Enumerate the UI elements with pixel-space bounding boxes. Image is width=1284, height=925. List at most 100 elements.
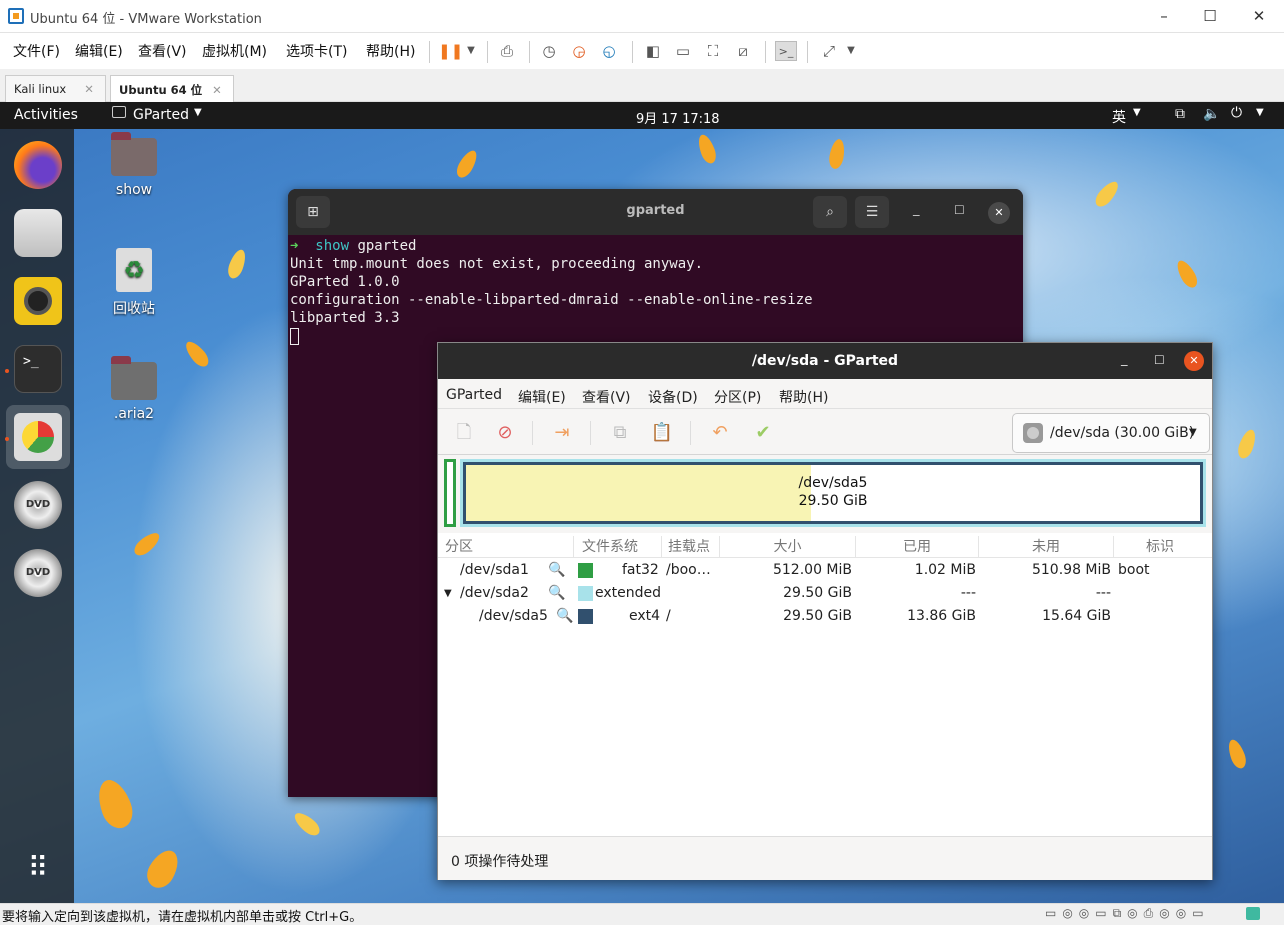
volume-icon[interactable]: 🔈 [1203, 106, 1220, 122]
maximize-button[interactable]: ☐ [954, 203, 965, 217]
menu-edit[interactable]: 编辑(E) [75, 41, 123, 61]
close-button[interactable]: ✕ [988, 202, 1010, 224]
network-icon[interactable]: ⧉ [1175, 106, 1185, 122]
col-mountpoint[interactable]: 挂载点 [662, 536, 720, 558]
maximize-button[interactable]: ☐ [1187, 4, 1233, 28]
tab-ubuntu[interactable]: Ubuntu 64 位 ✕ [110, 75, 234, 102]
stretch-dropdown-icon[interactable]: ▼ [840, 41, 862, 61]
app-menu[interactable]: GParted [133, 107, 189, 123]
show-apps-icon[interactable]: ⠿ [22, 852, 54, 884]
fullscreen-icon[interactable]: ⛶ [702, 41, 724, 61]
pause-icon[interactable]: ❚❚ [438, 41, 463, 61]
table-row[interactable]: /dev/sda5 🔍 ext4 / 29.50 GiB 13.86 GiB 1… [438, 605, 1212, 628]
gparted-menubar: GParted 编辑(E) 查看(V) 设备(D) 分区(P) 帮助(H) [438, 379, 1212, 409]
device-status-icons[interactable]: ▭◎◎▭⧉◎⎙◎◎▭ [1045, 906, 1210, 921]
files-icon[interactable] [14, 209, 62, 257]
minimize-button[interactable]: _ [913, 202, 920, 217]
send-keys-icon[interactable]: ⎙ [496, 41, 518, 61]
col-unused[interactable]: 未用 [979, 536, 1114, 558]
message-icon[interactable] [1246, 907, 1260, 920]
menu-view[interactable]: 查看(V) [138, 41, 187, 61]
menu-icon[interactable]: ☰ [855, 196, 889, 228]
revert-snapshot-icon[interactable]: ◶ [568, 41, 590, 61]
resize-move-icon[interactable]: ⇥ [550, 421, 574, 445]
menu-partition[interactable]: 分区(P) [714, 387, 761, 407]
desktop-icon-trash[interactable]: ♻ 回收站 [99, 248, 169, 318]
graph-sda5[interactable]: /dev/sda5 29.50 GiB [463, 462, 1203, 524]
desktop-icon-aria2[interactable]: .aria2 [99, 356, 169, 422]
desktop-icon-label: 回收站 [113, 301, 155, 317]
gparted-icon[interactable] [14, 413, 62, 461]
menu-tabs[interactable]: 选项卡(T) [286, 41, 347, 61]
menu-gparted[interactable]: GParted [446, 387, 502, 403]
copy-icon[interactable]: ⧉ [608, 421, 632, 445]
firefox-icon[interactable] [14, 141, 62, 189]
terminal-header: ⊞ gparted ⌕ ☰ _ ☐ ✕ [288, 189, 1023, 235]
close-button[interactable]: ✕ [1184, 351, 1204, 371]
dvd-icon[interactable]: DVD [14, 549, 62, 597]
menu-help[interactable]: 帮助(H) [366, 41, 415, 61]
col-partition[interactable]: 分区 [438, 536, 574, 558]
rhythmbox-icon[interactable] [14, 277, 62, 325]
minimize-button[interactable]: – [1141, 4, 1187, 28]
key-icon: 🔍 [548, 562, 566, 578]
new-partition-icon[interactable]: 🗋 [452, 421, 476, 445]
power-icon[interactable]: ⏻ [1231, 105, 1242, 121]
menu-device[interactable]: 设备(D) [648, 387, 698, 407]
stretch-icon[interactable]: ⤢ [818, 41, 840, 61]
activities-button[interactable]: Activities [14, 107, 78, 123]
desktop-icon-label: show [115, 182, 153, 198]
table-row[interactable]: /dev/sda1 🔍 fat32 /boo… 512.00 MiB 1.02 … [438, 559, 1212, 582]
graph-sda1[interactable] [444, 459, 456, 527]
toolbar-separator [690, 421, 691, 445]
terminal-icon[interactable]: >_ [14, 345, 62, 393]
col-size[interactable]: 大小 [720, 536, 856, 558]
menu-vm[interactable]: 虚拟机(M) [202, 41, 267, 61]
close-button[interactable]: ✕ [1236, 4, 1282, 28]
console-view-icon[interactable]: >_ [775, 41, 797, 61]
graph-sda2-extended[interactable]: /dev/sda5 29.50 GiB [460, 459, 1206, 527]
menu-view[interactable]: 查看(V) [582, 387, 631, 407]
expander-icon[interactable]: ▼ [444, 588, 452, 599]
paste-icon[interactable]: 📋 [650, 421, 674, 445]
pause-dropdown-icon[interactable]: ▼ [460, 41, 482, 61]
vmware-title-bar: Ubuntu 64 位 - VMware Workstation – ☐ ✕ [0, 0, 1284, 33]
undo-icon[interactable]: ↶ [708, 421, 732, 445]
unused: 15.64 GiB [1042, 608, 1111, 624]
col-filesystem[interactable]: 文件系统 [574, 536, 662, 558]
snapshot-manager-icon[interactable]: ◵ [598, 41, 620, 61]
tab-kali[interactable]: Kali linux ✕ [5, 75, 106, 102]
gparted-window[interactable]: /dev/sda - GParted _ ☐ ✕ GParted 编辑(E) 查… [437, 342, 1213, 880]
minimize-button[interactable]: _ [1121, 352, 1128, 367]
unused: --- [1095, 585, 1111, 601]
unity-icon[interactable]: ⧄ [732, 41, 754, 61]
partition-table-header: 分区 文件系统 挂载点 大小 已用 未用 标识 [438, 536, 1212, 558]
table-row[interactable]: ▼ /dev/sda2 🔍 extended 29.50 GiB --- --- [438, 582, 1212, 605]
terminal-output-line: GParted 1.0.0 [290, 274, 400, 290]
dvd-icon[interactable]: DVD [14, 481, 62, 529]
snapshot-icon[interactable]: ◷ [538, 41, 560, 61]
menu-edit[interactable]: 编辑(E) [518, 387, 566, 407]
clock[interactable]: 9月 17 17:18 [636, 108, 720, 127]
col-flags[interactable]: 标识 [1114, 536, 1212, 558]
apply-icon[interactable]: ✔ [751, 421, 775, 445]
search-icon[interactable]: ⌕ [813, 196, 847, 228]
close-tab-icon[interactable]: ✕ [84, 82, 94, 96]
desktop-icon-show[interactable]: show [99, 132, 169, 198]
delete-icon[interactable]: ⊘ [493, 421, 517, 445]
input-method[interactable]: 英 [1112, 107, 1126, 127]
device-selector[interactable]: /dev/sda (30.00 GiB) ▼ [1012, 413, 1210, 453]
toolbar-separator [487, 41, 488, 63]
maximize-button[interactable]: ☐ [1154, 353, 1165, 367]
close-tab-icon[interactable]: ✕ [212, 83, 222, 97]
terminal-output-line: Unit tmp.mount does not exist, proceedin… [290, 256, 704, 272]
sidebar-toggle-icon[interactable]: ◧ [642, 41, 664, 61]
menu-file[interactable]: 文件(F) [13, 41, 60, 61]
menu-help[interactable]: 帮助(H) [779, 387, 828, 407]
col-used[interactable]: 已用 [856, 536, 979, 558]
partition-name: /dev/sda2 [460, 585, 529, 601]
thumbnail-icon[interactable]: ▭ [672, 41, 694, 61]
flags: boot [1118, 562, 1150, 578]
app-menu-icon [112, 106, 126, 118]
device-label: /dev/sda (30.00 GiB) [1050, 425, 1195, 441]
